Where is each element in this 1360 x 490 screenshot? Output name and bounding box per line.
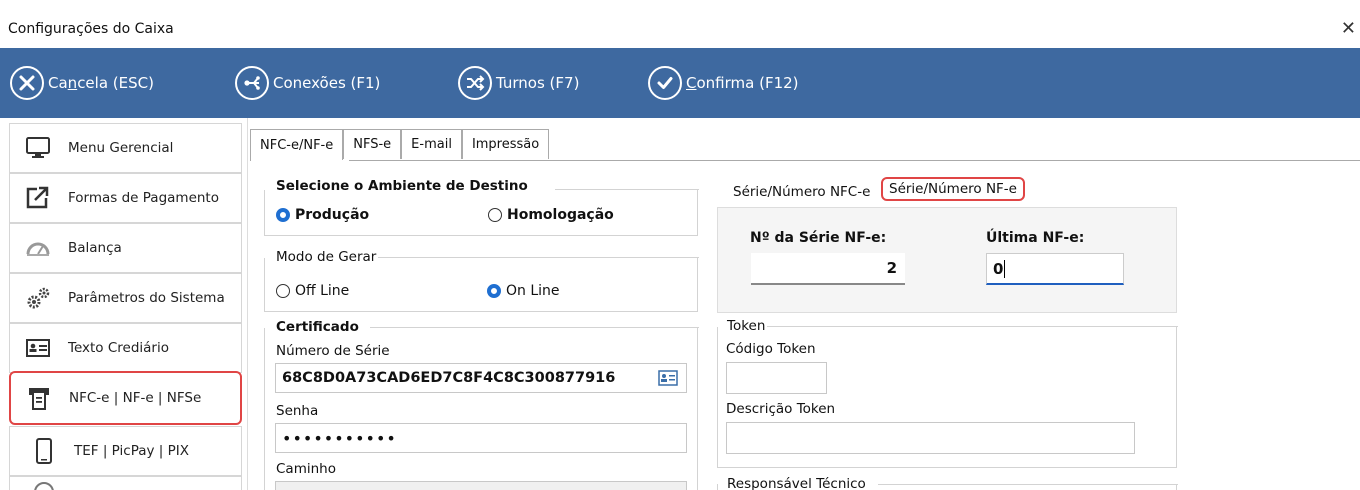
certificado-group-topline	[370, 327, 699, 328]
close-icon[interactable]: ✕	[1341, 18, 1356, 39]
shifts-button[interactable]: Turnos (F7)	[458, 63, 579, 103]
radio-off-icon	[488, 208, 502, 222]
tab-email[interactable]: E-mail	[401, 129, 462, 159]
monitor-icon	[24, 134, 52, 162]
modo-legend: Modo de Gerar	[274, 249, 379, 265]
window-title: Configurações do Caixa	[8, 21, 174, 37]
text-caret	[1004, 259, 1006, 278]
main-tabs: NFC-e/NF-e NFS-e E-mail Impressão	[250, 129, 550, 161]
password-label: Senha	[276, 403, 319, 419]
radio-online[interactable]: On Line	[487, 283, 560, 299]
token-desc-input[interactable]	[726, 422, 1135, 454]
circle-icon	[30, 472, 58, 490]
responsavel-group-topline	[878, 484, 1178, 485]
tab-nfce-nfe[interactable]: NFC-e/NF-e	[250, 129, 344, 161]
tab-divider	[250, 160, 1360, 161]
shuffle-icon	[458, 66, 492, 100]
token-code-input[interactable]	[726, 362, 827, 394]
serial-label: Número de Série	[276, 343, 390, 359]
sidebar-item-formas-pagamento[interactable]: Formas de Pagamento	[9, 173, 242, 223]
sidebar-item-nfce-nfe-nfse[interactable]: NFC-e | NF-e | NFSe	[9, 371, 242, 425]
password-input[interactable]: •••••••••••	[275, 423, 687, 453]
serie-label: Nº da Série NF-e:	[750, 230, 887, 246]
sidebar-item-more[interactable]	[9, 476, 242, 490]
title-bar: Configurações do Caixa ✕	[0, 0, 1360, 48]
sidebar-item-balanca[interactable]: Balança	[9, 223, 242, 273]
confirm-label: Confirma (F12)	[686, 74, 799, 92]
cancel-button[interactable]: Cancela (ESC)	[10, 63, 154, 103]
external-link-icon	[24, 184, 52, 212]
network-icon	[235, 66, 269, 100]
responsavel-legend: Responsável Técnico	[725, 476, 868, 490]
active-tab-gap	[251, 160, 349, 162]
id-card-icon[interactable]	[658, 370, 678, 390]
sidebar-item-tef-picpay-pix[interactable]: TEF | PicPay | PIX	[9, 426, 242, 476]
radio-off-icon	[276, 284, 290, 298]
cancel-icon	[10, 66, 44, 100]
sidebar-item-texto-crediario[interactable]: Texto Crediário	[9, 323, 242, 373]
gears-icon	[24, 284, 52, 312]
radio-on-icon	[276, 208, 290, 222]
tab-nfse[interactable]: NFS-e	[343, 129, 402, 159]
token-desc-label: Descrição Token	[726, 401, 836, 417]
token-code-label: Código Token	[726, 341, 816, 357]
path-input[interactable]	[275, 481, 687, 490]
token-legend: Token	[725, 318, 768, 334]
path-label: Caminho	[276, 461, 336, 477]
sidebar: Menu Gerencial Formas de Pagamento Balan…	[0, 118, 248, 490]
sidebar-item-menu-gerencial[interactable]: Menu Gerencial	[9, 123, 242, 173]
tab-serie-nfce[interactable]: Série/Número NFC-e	[733, 184, 870, 200]
sidebar-item-parametros[interactable]: Parâmetros do Sistema	[9, 273, 242, 323]
serial-input[interactable]: 68C8D0A73CAD6ED7C8F4C8C300877916	[275, 363, 687, 393]
serie-input[interactable]: 2	[751, 253, 905, 285]
radio-on-icon	[487, 284, 501, 298]
ambiente-group-topline	[555, 189, 699, 190]
tab-serie-nfe[interactable]: Série/Número NF-e	[881, 177, 1025, 201]
certificado-legend: Certificado	[274, 319, 361, 335]
smartphone-icon	[30, 437, 58, 465]
radio-producao[interactable]: Produção	[276, 207, 369, 223]
ultima-input[interactable]: 0	[986, 253, 1124, 285]
connections-button[interactable]: Conexões (F1)	[235, 63, 380, 103]
ambiente-legend: Selecione o Ambiente de Destino	[274, 178, 530, 194]
gauge-icon	[24, 234, 52, 262]
id-card-icon	[24, 334, 52, 362]
shifts-label: Turnos (F7)	[496, 74, 580, 92]
confirm-button[interactable]: Confirma (F12)	[648, 63, 799, 103]
ultima-label: Última NF-e:	[986, 230, 1085, 246]
radio-offline[interactable]: Off Line	[276, 283, 349, 299]
tab-impressao[interactable]: Impressão	[461, 129, 550, 159]
cancel-label: Cancela (ESC)	[48, 74, 154, 92]
modo-group-topline	[372, 257, 699, 258]
receipt-printer-icon	[25, 384, 53, 412]
connections-label: Conexões (F1)	[273, 74, 381, 92]
radio-homologacao[interactable]: Homologação	[488, 207, 614, 223]
toolbar: Cancela (ESC) Conexões (F1) Turnos (F7) …	[0, 48, 1360, 118]
check-icon	[648, 66, 682, 100]
token-group-topline	[766, 326, 1178, 327]
